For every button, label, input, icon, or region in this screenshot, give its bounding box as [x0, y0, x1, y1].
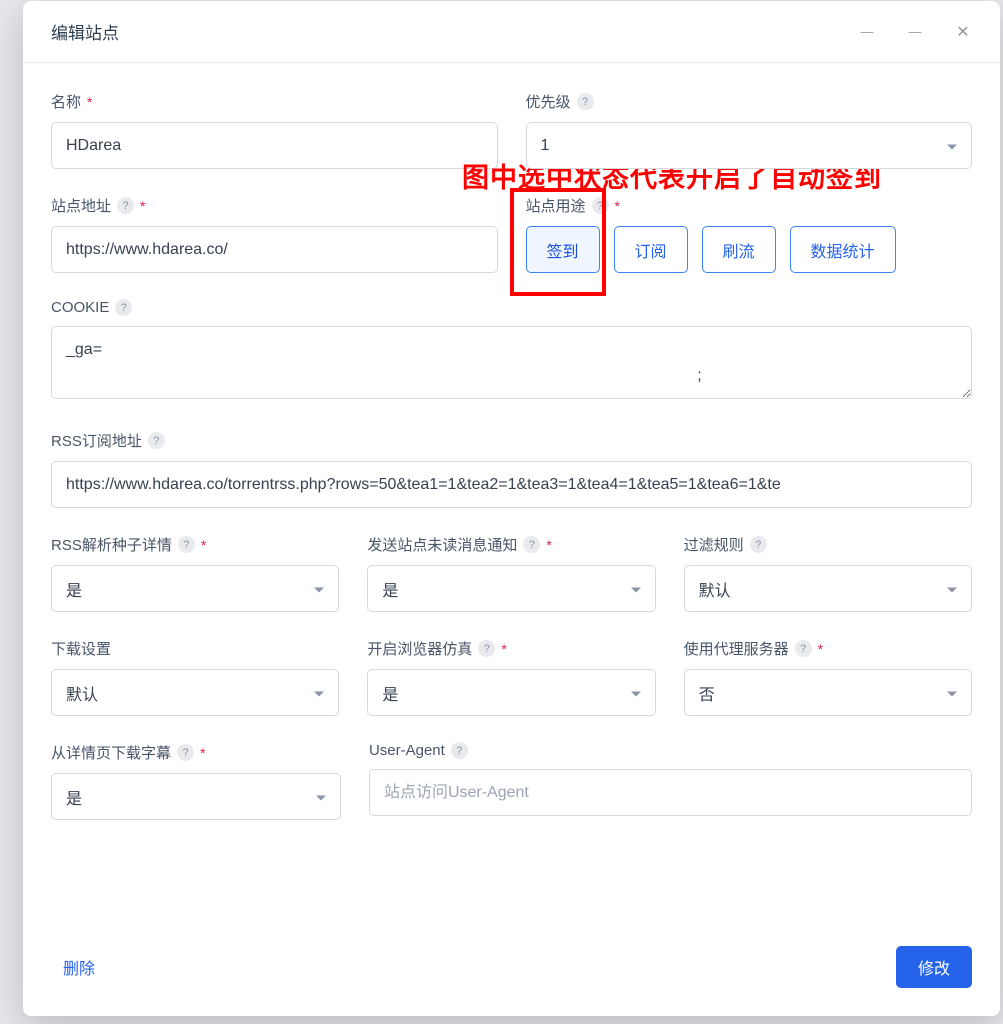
download-setting-group: 下载设置	[51, 638, 339, 716]
help-icon[interactable]: ?	[148, 432, 165, 449]
download-subtitle-label: 从详情页下载字幕	[51, 742, 171, 763]
rss-parse-group: RSS解析种子详情 ? *	[51, 534, 339, 612]
site-usage-buttons: 签到 订阅 刷流 数据统计	[526, 226, 973, 273]
use-proxy-group: 使用代理服务器 ? *	[684, 638, 972, 716]
rss-url-group: RSS订阅地址 ?	[51, 430, 972, 508]
usage-stats-button[interactable]: 数据统计	[790, 226, 896, 273]
download-setting-label: 下载设置	[51, 638, 111, 659]
cookie-textarea[interactable]	[51, 326, 972, 399]
download-setting-select[interactable]	[51, 669, 339, 716]
modal-title: 编辑站点	[51, 19, 119, 44]
help-icon[interactable]: ?	[577, 93, 594, 110]
browser-emu-group: 开启浏览器仿真 ? *	[367, 638, 655, 716]
close-icon[interactable]	[954, 23, 972, 41]
filter-rule-group: 过滤规则 ?	[684, 534, 972, 612]
help-icon[interactable]: ?	[592, 197, 609, 214]
modal-footer: 删除 修改	[23, 928, 1000, 1016]
browser-emu-select[interactable]	[367, 669, 655, 716]
usage-brush-button[interactable]: 刷流	[702, 226, 776, 273]
user-agent-label: User-Agent	[369, 742, 445, 759]
site-url-group: 站点地址 ? *	[51, 195, 498, 273]
usage-signin-button[interactable]: 签到	[526, 226, 600, 273]
send-notify-label: 发送站点未读消息通知	[367, 534, 517, 555]
use-proxy-select[interactable]	[684, 669, 972, 716]
use-proxy-label: 使用代理服务器	[684, 638, 789, 659]
priority-group: 优先级 ?	[526, 91, 973, 169]
help-icon[interactable]: ?	[795, 640, 812, 657]
delete-button[interactable]: 删除	[51, 949, 107, 985]
required-marker: *	[200, 745, 205, 761]
site-url-label: 站点地址	[51, 195, 111, 216]
help-icon[interactable]: ?	[178, 536, 195, 553]
cookie-group: COOKIE ?	[51, 299, 972, 404]
name-group: 名称 *	[51, 91, 498, 169]
user-agent-group: User-Agent ?	[369, 742, 972, 820]
help-icon[interactable]: ?	[750, 536, 767, 553]
rss-parse-label: RSS解析种子详情	[51, 534, 172, 555]
send-notify-select[interactable]	[367, 565, 655, 612]
required-marker: *	[87, 94, 92, 110]
required-marker: *	[201, 537, 206, 553]
help-icon[interactable]: ?	[177, 744, 194, 761]
help-icon[interactable]: ?	[115, 299, 132, 316]
help-icon[interactable]: ?	[117, 197, 134, 214]
help-icon[interactable]: ?	[451, 742, 468, 759]
name-label: 名称	[51, 91, 81, 112]
help-icon[interactable]: ?	[478, 640, 495, 657]
modal-header: 编辑站点	[23, 1, 1000, 63]
filter-rule-label: 过滤规则	[684, 534, 744, 555]
help-icon[interactable]: ?	[523, 536, 540, 553]
priority-select[interactable]	[526, 122, 973, 169]
required-marker: *	[546, 537, 551, 553]
minimize-icon[interactable]	[858, 23, 876, 41]
maximize-icon[interactable]	[906, 23, 924, 41]
send-notify-group: 发送站点未读消息通知 ? *	[367, 534, 655, 612]
edit-site-modal: 编辑站点 图中选中状态代表开启了自动签到 名称 * 优先级 ?	[23, 1, 1000, 1016]
required-marker: *	[818, 641, 823, 657]
user-agent-input[interactable]	[369, 769, 972, 816]
priority-label: 优先级	[526, 91, 571, 112]
name-input[interactable]	[51, 122, 498, 169]
usage-subscribe-button[interactable]: 订阅	[614, 226, 688, 273]
cookie-label: COOKIE	[51, 299, 109, 316]
site-url-input[interactable]	[51, 226, 498, 273]
required-marker: *	[140, 198, 145, 214]
browser-emu-label: 开启浏览器仿真	[367, 638, 472, 659]
window-controls	[858, 23, 972, 41]
save-button[interactable]: 修改	[896, 946, 972, 988]
rss-parse-select[interactable]	[51, 565, 339, 612]
filter-rule-select[interactable]	[684, 565, 972, 612]
modal-body: 图中选中状态代表开启了自动签到 名称 * 优先级 ?	[23, 63, 1000, 928]
required-marker: *	[501, 641, 506, 657]
rss-url-label: RSS订阅地址	[51, 430, 142, 451]
rss-url-input[interactable]	[51, 461, 972, 508]
required-marker: *	[615, 198, 620, 214]
site-usage-group: 站点用途 ? * 签到 订阅 刷流 数据统计	[526, 195, 973, 273]
download-subtitle-select[interactable]	[51, 773, 341, 820]
site-usage-label: 站点用途	[526, 195, 586, 216]
download-subtitle-group: 从详情页下载字幕 ? *	[51, 742, 341, 820]
